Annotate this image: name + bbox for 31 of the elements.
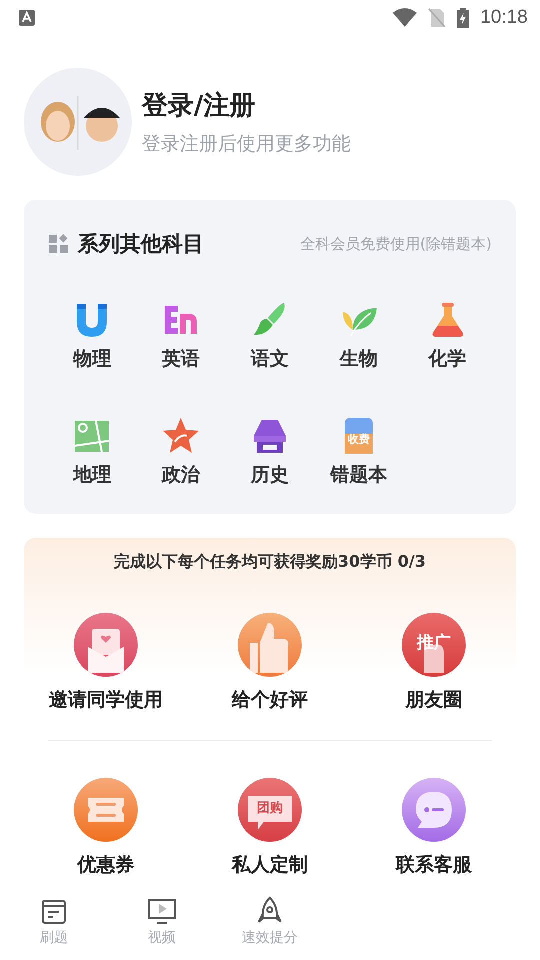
reward-info: 完成以下每个任务均可获得奖励30学币 0/3 (114, 552, 426, 573)
subject-item[interactable]: 语文 (226, 300, 314, 372)
service-item[interactable]: 联系客服 (352, 778, 516, 878)
service-item[interactable]: 优惠券 (24, 778, 188, 878)
subject-item[interactable]: 英语 (136, 300, 226, 372)
group-icon: 团购 (238, 778, 302, 842)
subject-item[interactable]: 收费 错题本 (314, 416, 404, 488)
wifi-icon (392, 8, 418, 28)
membership-note: 全科会员免费使用(除错题本) (300, 234, 492, 254)
subject-item[interactable]: 历史 (226, 416, 314, 488)
task-item[interactable]: 邀请同学使用 (24, 613, 188, 713)
subject-item[interactable]: 地理 (48, 416, 137, 488)
section-title: 系列其他科目 (78, 231, 204, 258)
battery-charging-icon (456, 7, 470, 29)
no-sim-icon (428, 8, 446, 28)
subject-item[interactable]: 物理 (48, 300, 137, 372)
login-hint: 登录注册后使用更多功能 (142, 132, 351, 156)
task-item[interactable]: 推广 朋友圈 (352, 613, 516, 713)
subject-item[interactable]: 化学 (403, 300, 492, 372)
video-icon (147, 896, 177, 926)
star-icon (161, 416, 202, 456)
grid-icon (48, 233, 70, 255)
task-item[interactable]: 给个好评 (188, 613, 352, 713)
subject-item[interactable]: 生物 (314, 300, 404, 372)
paid-label: 收费 (348, 432, 370, 447)
avatar-drawing[interactable] (24, 68, 132, 176)
promo-icon: 推广 (402, 613, 466, 677)
login-register-link[interactable]: 登录/注册 (142, 88, 351, 122)
subject-item[interactable]: 政治 (136, 416, 226, 488)
status-time: 10:18 (480, 7, 528, 29)
service-item[interactable]: 团购 私人定制 (188, 778, 352, 878)
